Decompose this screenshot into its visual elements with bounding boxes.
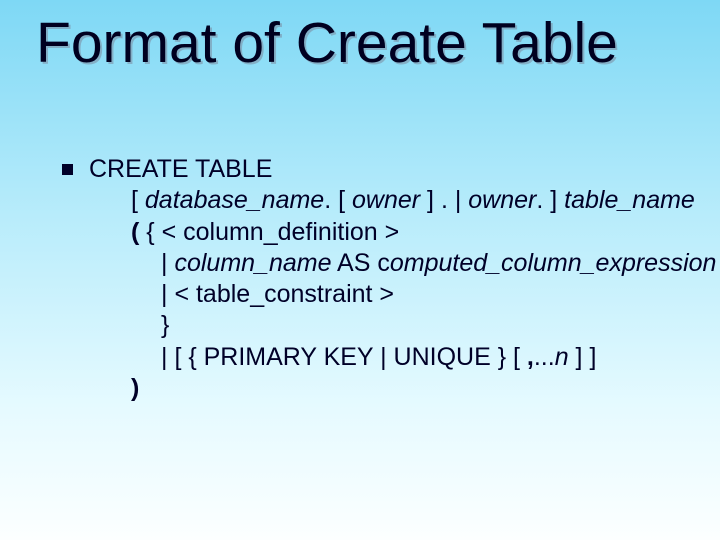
bullet-icon xyxy=(62,164,73,175)
ident-database-name: database_name xyxy=(145,186,324,214)
syntax-line-2: [ database_name. [ owner ] . | owner. ] … xyxy=(89,185,716,216)
ellipsis: ... xyxy=(534,343,555,371)
syntax-line-5: | < table_constraint > xyxy=(89,279,716,310)
ident-column-name: column_name xyxy=(174,249,331,277)
syntax-line-1: CREATE TABLE xyxy=(89,154,716,185)
ident-owner: owner xyxy=(352,186,420,214)
txt: { < column_definition > xyxy=(146,218,399,246)
txt: ] . | xyxy=(420,186,468,214)
txt: ] ] xyxy=(569,343,597,371)
kw-create-table: CREATE TABLE xyxy=(89,155,272,183)
slide-body: CREATE TABLE [ database_name. [ owner ] … xyxy=(62,154,690,404)
syntax-line-4: | column_name AS computed_column_express… xyxy=(89,248,716,279)
syntax-line-7: | [ { PRIMARY KEY | UNIQUE } [ ,...n ] ] xyxy=(89,342,716,373)
syntax-line-6: } xyxy=(89,310,716,341)
txt: . ] xyxy=(536,186,564,214)
ident-computed-expr: omputed_column_expression xyxy=(390,249,717,277)
paren-close: ) xyxy=(131,374,139,402)
txt: [ xyxy=(131,186,145,214)
comma: , xyxy=(527,343,534,371)
syntax-line-8: ) xyxy=(89,373,716,404)
slide-title: Format of Create Table xyxy=(36,14,700,74)
bullet-item: CREATE TABLE [ database_name. [ owner ] … xyxy=(62,154,690,404)
paren-open: ( xyxy=(131,218,146,246)
txt: | xyxy=(161,249,174,277)
txt: . [ xyxy=(324,186,352,214)
ident-n: n xyxy=(555,343,569,371)
slide: Format of Create Table CREATE TABLE [ da… xyxy=(0,0,720,540)
txt: | [ { PRIMARY KEY | UNIQUE } [ xyxy=(161,343,527,371)
ident-table-name: table_name xyxy=(564,186,695,214)
syntax-line-3: ( { < column_definition > xyxy=(89,217,716,248)
syntax-block: CREATE TABLE [ database_name. [ owner ] … xyxy=(89,154,716,404)
ident-owner: owner xyxy=(468,186,536,214)
kw-as: AS c xyxy=(331,249,389,277)
